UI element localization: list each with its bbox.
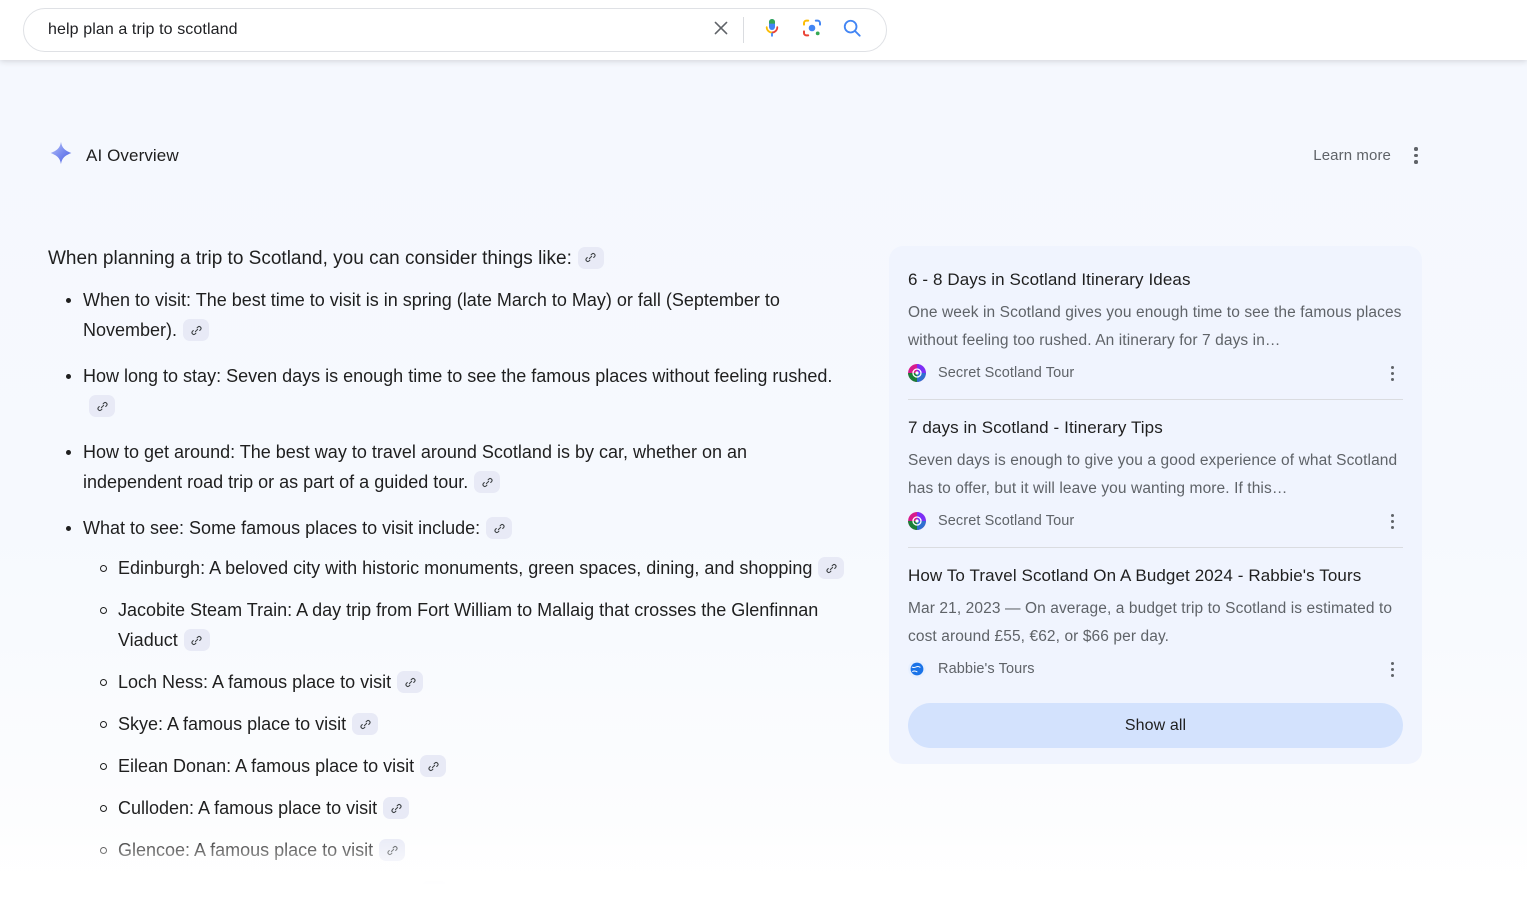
more-options-icon[interactable]: [1405, 143, 1427, 169]
list-item: Loch Ness: A famous place to visit: [83, 667, 848, 697]
bullet-text: How long to stay: Seven days is enough t…: [83, 366, 833, 386]
link-icon: [826, 563, 837, 573]
source-site-name: Secret Scotland Tour: [938, 365, 1075, 381]
link-icon: [96, 401, 108, 411]
secret-scotland-tour-favicon: [908, 364, 926, 382]
list-item: When to visit: The best time to visit is…: [48, 285, 848, 345]
show-all-button[interactable]: Show all: [908, 703, 1403, 748]
ai-overview-content: When planning a trip to Scotland, you ca…: [48, 244, 848, 902]
sub-bullet-text: Glencoe: A famous place to visit: [118, 840, 374, 860]
link-icon: [387, 845, 398, 855]
link-icon: [360, 719, 371, 729]
citation-chip[interactable]: [474, 471, 501, 494]
ai-overview-header-actions: Learn more: [1313, 143, 1427, 169]
search-box[interactable]: help plan a trip to scotland: [23, 8, 887, 52]
more-options-icon[interactable]: [1381, 508, 1403, 534]
link-icon: [391, 803, 402, 813]
list-item: Loch Lomond: A famous place to visit: [83, 877, 848, 902]
ai-overview-bullet-list: When to visit: The best time to visit is…: [48, 285, 848, 902]
link-icon: [428, 761, 439, 771]
ai-overview-lead-text: When planning a trip to Scotland, you ca…: [48, 248, 572, 269]
bullet-text: What to see: Some famous places to visit…: [83, 518, 481, 538]
list-item: Jacobite Steam Train: A day trip from Fo…: [83, 595, 848, 655]
secret-scotland-tour-favicon: [908, 512, 926, 530]
list-item: What to see: Some famous places to visit…: [48, 513, 848, 902]
link-icon: [482, 477, 493, 487]
clear-search-button[interactable]: [701, 10, 741, 50]
sources-panel: 6 - 8 Days in Scotland Itinerary Ideas O…: [889, 246, 1422, 764]
search-icon: [841, 17, 863, 44]
source-card[interactable]: How To Travel Scotland On A Budget 2024 …: [908, 547, 1403, 695]
link-icon: [429, 887, 440, 897]
link-icon: [405, 677, 416, 687]
link-icon: [494, 523, 505, 533]
citation-chip[interactable]: [352, 713, 379, 736]
source-footer: Secret Scotland Tour: [908, 509, 1403, 533]
citation-chip[interactable]: [421, 881, 448, 902]
voice-search-button[interactable]: [752, 10, 792, 50]
source-snippet: Mar 21, 2023 — On average, a budget trip…: [908, 600, 1393, 645]
sub-bullet-text: Culloden: A famous place to visit: [118, 798, 378, 818]
close-icon: [711, 18, 731, 43]
search-input[interactable]: help plan a trip to scotland: [48, 20, 701, 40]
source-snippet: One week in Scotland gives you enough ti…: [908, 304, 1402, 349]
list-item: How to get around: The best way to trave…: [48, 437, 848, 497]
microphone-icon: [760, 16, 784, 45]
citation-chip[interactable]: [383, 797, 410, 820]
link-icon: [191, 635, 202, 645]
ai-overview-sub-bullet-list: Edinburgh: A beloved city with historic …: [83, 553, 848, 902]
citation-chip[interactable]: [183, 319, 210, 342]
source-site-name: Rabbie's Tours: [938, 661, 1035, 677]
citation-chip[interactable]: [818, 557, 845, 580]
source-site-name: Secret Scotland Tour: [938, 513, 1075, 529]
search-header: help plan a trip to scotland: [0, 0, 1527, 60]
citation-chip[interactable]: [183, 629, 210, 652]
submit-search-button[interactable]: [832, 10, 872, 50]
sub-bullet-text: Eilean Donan: A famous place to visit: [118, 756, 415, 776]
source-title[interactable]: 6 - 8 Days in Scotland Itinerary Ideas: [908, 268, 1403, 292]
ai-sparkle-icon: [48, 140, 74, 171]
sub-bullet-text: Edinburgh: A beloved city with historic …: [118, 558, 813, 578]
source-title[interactable]: 7 days in Scotland - Itinerary Tips: [908, 416, 1403, 440]
ai-overview-title: AI Overview: [86, 145, 179, 165]
sub-bullet-text: Loch Lomond: A famous place to visit: [118, 882, 416, 902]
list-item: Glencoe: A famous place to visit: [83, 835, 848, 865]
link-icon: [191, 325, 202, 335]
citation-chip[interactable]: [89, 395, 115, 418]
list-item: Edinburgh: A beloved city with historic …: [83, 553, 848, 583]
citation-chip[interactable]: [420, 755, 447, 778]
sub-bullet-text: Skye: A famous place to visit: [118, 714, 347, 734]
link-icon: [585, 253, 596, 263]
ai-overview-title-group: AI Overview: [48, 140, 179, 171]
ai-overview-header: AI Overview Learn more: [48, 140, 1427, 171]
list-item: Eilean Donan: A famous place to visit: [83, 751, 848, 781]
ai-overview-panel: AI Overview Learn more When planning a t…: [0, 60, 1527, 902]
bullet-text: How to get around: The best way to trave…: [83, 442, 748, 492]
citation-chip[interactable]: [379, 839, 406, 862]
citation-chip[interactable]: [486, 517, 513, 540]
lens-search-button[interactable]: [792, 10, 832, 50]
list-item: Skye: A famous place to visit: [83, 709, 848, 739]
source-snippet: Seven days is enough to give you a good …: [908, 452, 1398, 497]
google-lens-icon: [800, 16, 824, 45]
sub-bullet-text: Loch Ness: A famous place to visit: [118, 672, 392, 692]
source-title[interactable]: How To Travel Scotland On A Budget 2024 …: [908, 564, 1403, 588]
rabbies-tours-favicon: [908, 660, 926, 678]
more-options-icon[interactable]: [1381, 656, 1403, 682]
source-footer: Rabbie's Tours: [908, 657, 1403, 681]
ai-overview-lead: When planning a trip to Scotland, you ca…: [48, 244, 848, 273]
search-divider: [743, 17, 744, 43]
more-options-icon[interactable]: [1381, 360, 1403, 386]
source-card[interactable]: 6 - 8 Days in Scotland Itinerary Ideas O…: [908, 264, 1403, 399]
list-item: Culloden: A famous place to visit: [83, 793, 848, 823]
citation-chip[interactable]: [577, 246, 604, 269]
citation-chip[interactable]: [397, 671, 424, 694]
source-footer: Secret Scotland Tour: [908, 361, 1403, 385]
sub-bullet-text: Jacobite Steam Train: A day trip from Fo…: [118, 600, 819, 650]
learn-more-link[interactable]: Learn more: [1313, 147, 1391, 164]
source-card[interactable]: 7 days in Scotland - Itinerary Tips Seve…: [908, 399, 1403, 547]
list-item: How long to stay: Seven days is enough t…: [48, 361, 848, 421]
